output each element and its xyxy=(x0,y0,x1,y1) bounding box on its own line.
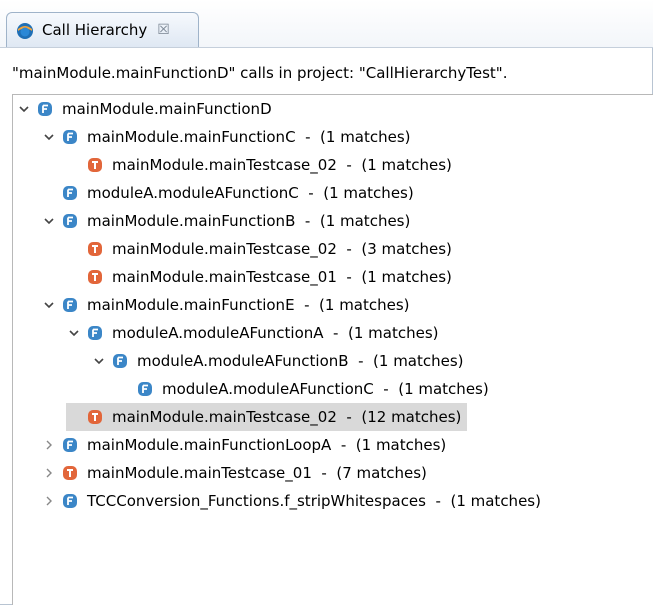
testcase-icon xyxy=(62,465,78,481)
testcase-icon xyxy=(87,409,103,425)
tree-row-label: mainModule.mainTestcase_02 - (1 matches) xyxy=(112,156,452,174)
chevron-down-icon[interactable] xyxy=(66,325,82,341)
tree-row-label: mainModule.mainTestcase_02 - (12 matches… xyxy=(112,408,462,426)
testcase-icon xyxy=(87,157,103,173)
tree-row[interactable]: mainModule.mainTestcase_01 - (7 matches) xyxy=(41,459,427,487)
tree-row-label: mainModule.mainFunctionD xyxy=(62,100,272,118)
tree-row[interactable]: mainModule.mainTestcase_02 - (12 matches… xyxy=(66,403,468,431)
tree-row-label: TCCConversion_Functions.f_stripWhitespac… xyxy=(87,492,541,510)
chevron-down-icon[interactable] xyxy=(91,353,107,369)
tree-row[interactable]: mainModule.mainTestcase_02 - (3 matches) xyxy=(66,235,452,263)
chevron-down-icon[interactable] xyxy=(41,129,57,145)
function-icon xyxy=(62,185,78,201)
function-icon xyxy=(62,437,78,453)
function-icon xyxy=(112,353,128,369)
testcase-icon xyxy=(87,241,103,257)
tree-row-label: mainModule.mainFunctionC - (1 matches) xyxy=(87,128,411,146)
function-icon xyxy=(62,129,78,145)
function-icon xyxy=(62,213,78,229)
chevron-right-icon[interactable] xyxy=(41,465,57,481)
tree-row-label: moduleA.moduleAFunctionA - (1 matches) xyxy=(112,324,439,342)
tree-row-label: moduleA.moduleAFunctionB - (1 matches) xyxy=(137,352,464,370)
call-hierarchy-description: "mainModule.mainFunctionD" calls in proj… xyxy=(12,64,508,82)
chevron-down-icon[interactable] xyxy=(41,297,57,313)
testcase-icon xyxy=(87,269,103,285)
tree-row[interactable]: TCCConversion_Functions.f_stripWhitespac… xyxy=(41,487,541,515)
call-hierarchy-icon xyxy=(15,20,35,40)
chevron-right-icon[interactable] xyxy=(41,493,57,509)
tree-row-label: moduleA.moduleAFunctionC - (1 matches) xyxy=(162,380,489,398)
chevron-down-icon[interactable] xyxy=(41,213,57,229)
tab-call-hierarchy[interactable]: Call Hierarchy ☒ xyxy=(6,12,199,47)
function-icon xyxy=(37,101,53,117)
tree-row-label: mainModule.mainFunctionB - (1 matches) xyxy=(87,212,411,230)
function-icon xyxy=(87,325,103,341)
tree-row[interactable]: mainModule.mainFunctionB - (1 matches) xyxy=(41,207,410,235)
tab-title: Call Hierarchy xyxy=(42,21,148,39)
tree-row[interactable]: moduleA.moduleAFunctionC - (1 matches) xyxy=(41,179,414,207)
tree-row[interactable]: mainModule.mainFunctionLoopA - (1 matche… xyxy=(41,431,446,459)
tree-row[interactable]: mainModule.mainFunctionC - (1 matches) xyxy=(41,123,411,151)
call-hierarchy-tree[interactable]: mainModule.mainFunctionD mainModule.mainF… xyxy=(12,94,653,605)
tree-row[interactable]: moduleA.moduleAFunctionA - (1 matches) xyxy=(66,319,439,347)
tree-row-label: moduleA.moduleAFunctionC - (1 matches) xyxy=(87,184,414,202)
tree-row-label: mainModule.mainTestcase_01 - (1 matches) xyxy=(112,268,452,286)
view-tab-strip: Call Hierarchy ☒ xyxy=(0,0,653,48)
tree-row[interactable]: mainModule.mainFunctionE - (1 matches) xyxy=(41,291,410,319)
function-icon xyxy=(62,297,78,313)
chevron-down-icon[interactable] xyxy=(16,101,32,117)
tree-row-label: mainModule.mainFunctionE - (1 matches) xyxy=(87,296,410,314)
tree-row-label: mainModule.mainFunctionLoopA - (1 matche… xyxy=(87,436,447,454)
tree-row-label: mainModule.mainTestcase_02 - (3 matches) xyxy=(112,240,452,258)
call-hierarchy-view: Call Hierarchy ☒ "mainModule.mainFunctio… xyxy=(0,0,653,605)
tree-row-label: mainModule.mainTestcase_01 - (7 matches) xyxy=(87,464,427,482)
function-icon xyxy=(137,381,153,397)
chevron-right-icon[interactable] xyxy=(41,437,57,453)
tree-row[interactable]: mainModule.mainTestcase_01 - (1 matches) xyxy=(66,263,452,291)
function-icon xyxy=(62,493,78,509)
close-icon[interactable]: ☒ xyxy=(157,22,170,38)
tree-row[interactable]: mainModule.mainFunctionD xyxy=(16,95,272,123)
tree-row[interactable]: moduleA.moduleAFunctionC - (1 matches) xyxy=(116,375,489,403)
tree-row[interactable]: mainModule.mainTestcase_02 - (1 matches) xyxy=(66,151,452,179)
tree-row[interactable]: moduleA.moduleAFunctionB - (1 matches) xyxy=(91,347,464,375)
